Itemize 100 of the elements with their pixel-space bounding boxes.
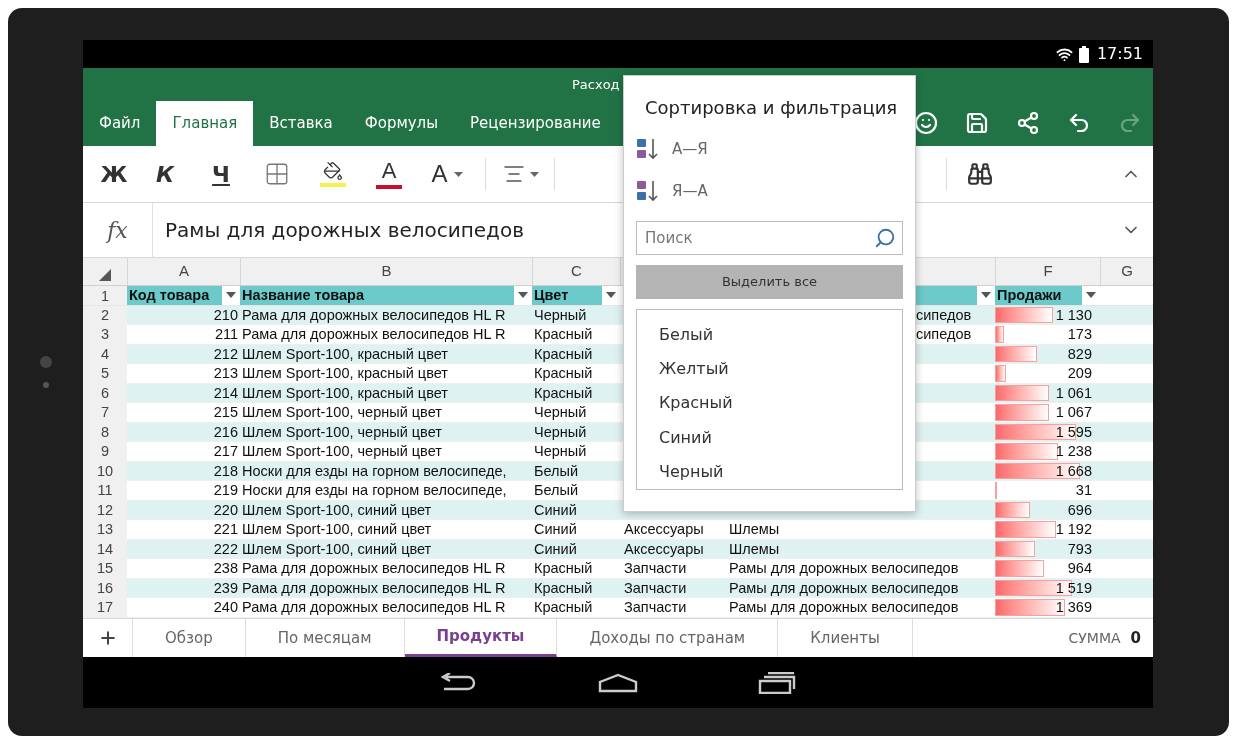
ribbon-tab[interactable]: Формулы <box>348 101 455 146</box>
table-cell-text: Шлем Sport-100, синий цвет <box>241 500 433 519</box>
row-number: 7 <box>83 403 127 422</box>
table-cell-text: Шлем Sport-100, красный цвет <box>241 364 449 383</box>
table-cell: Запчасти <box>624 579 687 596</box>
table-cell-text: 240 <box>212 598 239 617</box>
table-cell: Рамы для дорожных велосипедов <box>729 578 959 597</box>
table-cell-text: Красный <box>533 364 594 383</box>
sort-icon <box>636 179 660 203</box>
sales-value: 1 238 <box>1055 442 1092 461</box>
sales-value: 1 668 <box>1055 461 1092 481</box>
table-cell: Запчасти <box>624 560 687 576</box>
filter-value[interactable]: Красный <box>637 386 902 421</box>
row-number: 5 <box>83 364 127 383</box>
table-cell-text: Красный <box>533 559 594 578</box>
row-number: 17 <box>83 598 127 617</box>
sum-label: СУММА <box>1068 628 1122 648</box>
recent-apps-icon[interactable] <box>758 671 796 694</box>
data-bar <box>995 306 1053 323</box>
ribbon-tab[interactable]: Файл <box>83 101 157 146</box>
caret-icon <box>226 292 236 299</box>
column-header[interactable]: F <box>1043 260 1053 283</box>
table-cell-text: Рама для дорожных велосипедов HL R <box>241 559 507 578</box>
table-cell-text: 218 <box>212 461 239 480</box>
column-header[interactable]: C <box>571 260 582 283</box>
ribbon-tab[interactable]: Главная <box>156 101 254 146</box>
select-all-corner-icon[interactable] <box>99 269 111 281</box>
smiley-icon[interactable] <box>913 110 939 135</box>
caret-icon <box>606 292 616 299</box>
table-cell-text: Рама для дорожных велосипедов HL R <box>241 578 507 597</box>
table-cell-text: Шлем Sport-100, синий цвет <box>241 539 433 558</box>
data-bar <box>995 599 1065 616</box>
back-icon[interactable] <box>440 672 478 693</box>
camera-lens <box>39 356 52 368</box>
table-cell: Рамы для дорожных велосипедов <box>729 559 959 578</box>
header-cell: Продажи <box>995 286 1082 305</box>
table-cell-text: Шлем Sport-100, красный цвет <box>241 383 449 402</box>
table-cell-text: 211 <box>213 325 239 344</box>
table-cell-text: 239 <box>212 578 239 597</box>
column-header[interactable]: A <box>179 260 189 283</box>
table-cell-text: 210 <box>212 305 239 324</box>
sales-value: 793 <box>1067 539 1092 559</box>
table-cell-text: Рама для дорожных велосипедов HL R <box>241 305 507 324</box>
table-cell-text: Шлем Sport-100, черный цвет <box>241 442 443 461</box>
sort-option[interactable]: А—Я <box>636 137 903 161</box>
ribbon-tab[interactable]: Вставка <box>253 101 349 146</box>
sales-value: 1 061 <box>1055 383 1092 403</box>
table-cell-text: Синий <box>533 539 578 558</box>
italic-button[interactable]: К <box>137 157 193 191</box>
table-cell-text: Белый <box>533 461 580 480</box>
data-bar <box>995 365 1006 382</box>
sales-value: 696 <box>1067 500 1092 520</box>
table-cell: Запчасти <box>624 599 687 615</box>
sort-option[interactable]: Я—А <box>636 179 903 203</box>
formula-value: Рамы для дорожных велосипедов <box>165 217 524 244</box>
table-cell-text: Черный <box>533 442 588 461</box>
share-icon[interactable] <box>1015 110 1041 135</box>
font-size-button[interactable]: A <box>417 156 477 192</box>
save-icon[interactable] <box>964 110 990 135</box>
find-button[interactable] <box>967 161 993 187</box>
data-bar <box>995 540 1036 557</box>
table-cell-text: 214 <box>212 383 239 402</box>
column-header[interactable]: G <box>1121 260 1133 283</box>
caret-icon <box>453 171 463 177</box>
sales-value: 1 369 <box>1055 598 1092 617</box>
table-cell-text: Красный <box>533 383 594 402</box>
sales-value: 1 519 <box>1055 578 1092 598</box>
filter-value[interactable]: Желтый <box>637 352 902 387</box>
table-cell-text: Синий <box>533 520 578 539</box>
font-color-button[interactable]: А <box>361 159 417 189</box>
table-cell-text: Черный <box>533 403 588 422</box>
home-icon[interactable] <box>598 672 638 693</box>
clock: 17:51 <box>1096 43 1143 65</box>
table-cell-text: 215 <box>212 403 239 422</box>
underline-button[interactable]: Ч <box>193 157 249 191</box>
paint-bucket-icon <box>323 161 343 181</box>
data-bar <box>995 326 1004 343</box>
binoculars-icon <box>967 161 993 187</box>
filter-value[interactable]: Белый <box>637 318 902 353</box>
header-cell: Цвет <box>532 286 602 305</box>
header-cell: Код товара <box>127 286 222 305</box>
sales-value: 31 <box>1075 481 1092 500</box>
caret-icon <box>1086 292 1096 299</box>
table-cell: Рамы для дорожных велосипедов <box>729 598 959 617</box>
search-field[interactable]: Поиск <box>636 221 903 255</box>
filter-value[interactable]: Синий <box>637 420 902 455</box>
table-cell: сипедов <box>916 325 972 344</box>
filter-value[interactable]: Черный <box>637 454 902 489</box>
data-bar <box>995 560 1045 577</box>
table-cell: Аксессуары <box>624 540 704 557</box>
table-cell-text: 213 <box>212 364 239 383</box>
column-header[interactable]: B <box>381 260 392 283</box>
ribbon-tab[interactable]: Рецензирование <box>454 101 617 146</box>
sales-value: 1 192 <box>1055 520 1092 539</box>
table-cell-text: Носки для езды на горном велосипеде, <box>241 481 508 500</box>
bold-button[interactable]: Ж <box>91 157 137 191</box>
table-cell: Шлемы <box>729 539 780 558</box>
caret-icon <box>529 171 539 177</box>
sales-value: 1 130 <box>1055 305 1092 325</box>
select-all-button[interactable]: Выделить все <box>636 265 903 299</box>
